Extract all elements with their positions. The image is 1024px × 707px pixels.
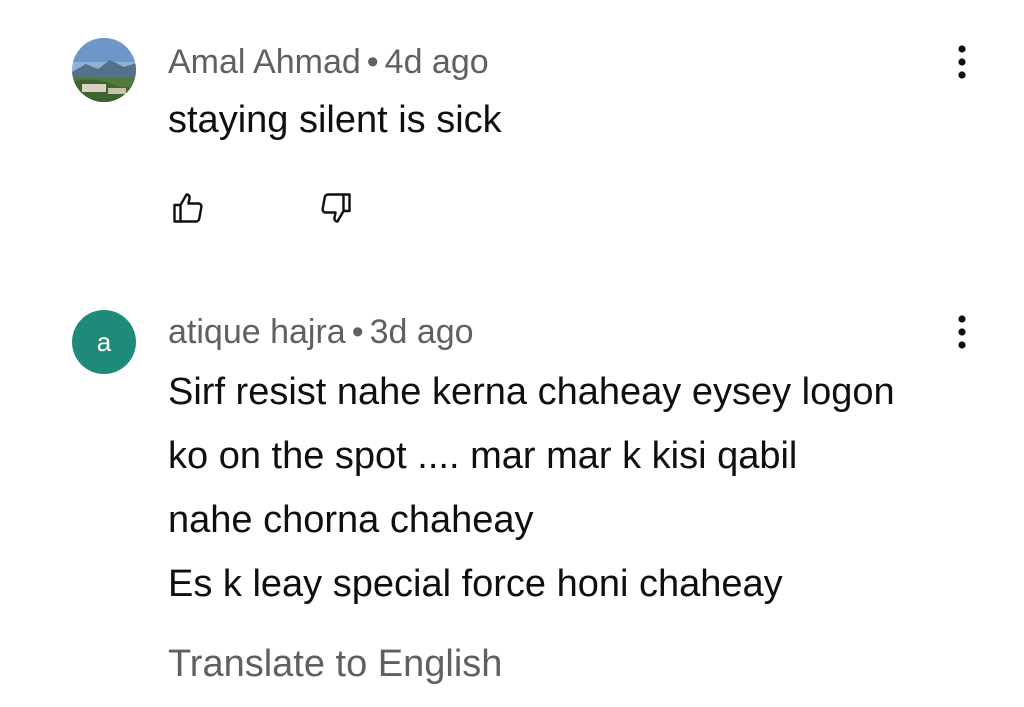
like-button[interactable] — [166, 186, 210, 230]
comment-meta: atique hajra • 3d ago — [168, 312, 474, 352]
thumbs-up-icon — [173, 193, 203, 223]
author-name[interactable]: Amal Ahmad — [168, 43, 361, 81]
comment-text: Sirf resist nahe kerna chaheay eysey log… — [168, 360, 895, 616]
comment-time: 4d ago — [384, 43, 489, 81]
author-name[interactable]: atique hajra — [168, 313, 346, 351]
meta-separator: • — [366, 43, 379, 81]
thumbs-down-icon — [321, 193, 351, 223]
comment-text: staying silent is sick — [168, 88, 502, 152]
comment-line: Es k leay special force honi chaheay — [168, 563, 783, 605]
comment-2: a atique hajra • 3d ago Sirf resist nahe k… — [0, 280, 1024, 707]
more-vertical-icon — [958, 45, 966, 79]
comment-line: ko on the spot .... mar mar k kisi qabil — [168, 435, 798, 477]
more-options-button[interactable] — [940, 40, 984, 84]
more-vertical-icon — [958, 315, 966, 349]
avatar[interactable] — [72, 38, 136, 102]
comment-line: staying silent is sick — [168, 99, 502, 141]
more-options-button[interactable] — [940, 310, 984, 354]
comment-time: 3d ago — [369, 313, 474, 351]
landscape-photo-avatar — [72, 38, 136, 102]
comment-line: nahe chorna chaheay — [168, 499, 534, 541]
avatar[interactable]: a — [72, 310, 136, 374]
comment-line: Sirf resist nahe kerna chaheay eysey log… — [168, 371, 895, 413]
translate-button[interactable]: Translate to English — [168, 642, 502, 686]
dislike-button[interactable] — [314, 186, 358, 230]
comment-meta: Amal Ahmad • 4d ago — [168, 42, 489, 82]
meta-separator: • — [351, 313, 364, 351]
comment-1: Amal Ahmad • 4d ago staying silent is sick — [0, 0, 1024, 280]
